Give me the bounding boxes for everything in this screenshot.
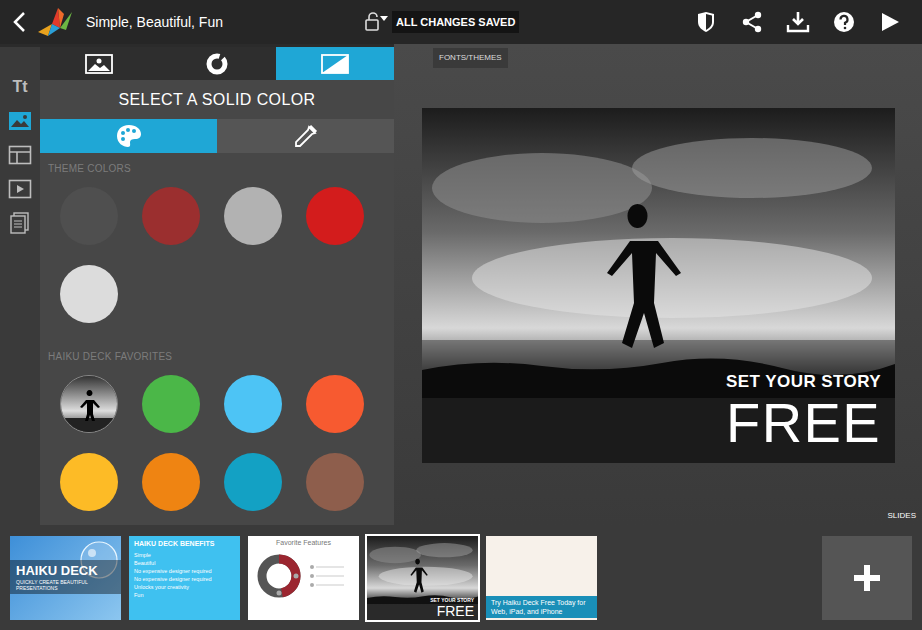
section-label: THEME COLORS (40, 161, 394, 176)
solid-icon (321, 54, 349, 74)
toolbar (694, 10, 902, 34)
thumb-title: HAIKU DECK (16, 563, 115, 579)
shield-icon[interactable] (694, 10, 718, 34)
legend-row (310, 574, 346, 578)
eyedropper-icon (294, 124, 318, 148)
slide-thumbnail[interactable]: Try Haiku Deck Free Today for Web, iPad,… (486, 536, 597, 620)
thumb-title: FREE (437, 604, 474, 618)
legend (310, 565, 346, 587)
panel-tab[interactable] (158, 47, 276, 80)
thumb-caption: SET YOUR STORYFREE (430, 597, 474, 617)
color-swatch[interactable] (306, 187, 364, 245)
legend-row (310, 583, 346, 587)
top-bar: Simple, Beautiful, Fun ALL CHANGES SAVED (0, 0, 922, 44)
lock-icon[interactable] (364, 12, 390, 32)
thumb-list-item: Beautiful (134, 559, 235, 567)
video-icon (8, 179, 32, 199)
rail-item[interactable] (5, 177, 35, 201)
thumb-title: Try Haiku Deck Free Today for Web, iPad,… (491, 598, 592, 616)
color-swatch[interactable] (142, 375, 200, 433)
slide-thumbnail[interactable]: SET YOUR STORYFREE (367, 536, 478, 620)
color-swatch[interactable] (224, 375, 282, 433)
add-slide-button[interactable] (822, 536, 912, 620)
rail-item[interactable]: Tt (5, 75, 35, 99)
background-panel: SELECT A SOLID COLOR THEME COLORS HAIKU DE… (40, 47, 394, 525)
color-swatch[interactable] (60, 187, 118, 245)
slide-title[interactable]: FREE (726, 394, 881, 453)
color-swatch[interactable] (60, 265, 118, 323)
thumb-list-item: No expensive designer required (134, 567, 235, 575)
color-swatch[interactable] (306, 375, 364, 433)
rail-item[interactable] (5, 211, 35, 235)
save-status: ALL CHANGES SAVED (392, 11, 519, 34)
donut-chart-icon (254, 551, 304, 601)
slide-canvas: SET YOUR STORYFREE FONTS/THEMES SLIDES (394, 44, 922, 525)
panel-heading: SELECT A SOLID COLOR (40, 80, 394, 119)
text-tool-label: Tt (12, 75, 27, 99)
panel-tab[interactable] (40, 47, 158, 80)
slide[interactable]: SET YOUR STORYFREE (422, 108, 895, 463)
workspace: Tt SELECT A SOLID COLOR THEME COLORS HAIKU … (0, 44, 922, 525)
swatch-grid (40, 375, 394, 511)
notes-icon (10, 212, 30, 234)
color-mode[interactable] (40, 119, 217, 153)
tooltip: FONTS/THEMES (433, 48, 508, 68)
color-mode[interactable] (217, 119, 394, 153)
palette-icon (116, 124, 142, 148)
image-icon (85, 54, 113, 74)
slide-thumbnail[interactable]: HAIKU DECKQUICKLY CREATE BEAUTIFUL PRESE… (10, 536, 121, 620)
slides-label: SLIDES (888, 510, 916, 522)
thumb-band: Try Haiku Deck Free Today for Web, iPad,… (486, 596, 597, 618)
plus-icon (852, 563, 882, 593)
play-icon[interactable] (878, 10, 902, 34)
legend-row (310, 565, 346, 569)
color-swatch[interactable] (224, 453, 282, 511)
color-swatch[interactable] (60, 453, 118, 511)
section-label: HAIKU DECK FAVORITES (40, 349, 394, 364)
thumb-title: Favorite Features (276, 539, 331, 548)
image-icon (8, 111, 32, 131)
slide-thumbnail[interactable]: HAIKU DECK BENEFITSSimpleBeautifulNo exp… (129, 536, 240, 620)
panel-tab[interactable] (276, 47, 394, 80)
swatch-grid (40, 187, 394, 323)
deck-title[interactable]: Simple, Beautiful, Fun (86, 12, 364, 33)
download-icon[interactable] (786, 10, 810, 34)
thumb-list: SimpleBeautifulNo expensive designer req… (134, 551, 235, 599)
image-swatch[interactable] (60, 375, 118, 433)
color-swatch[interactable] (142, 187, 200, 245)
thumb-list-item: Unlocks your creativity (134, 583, 235, 591)
thumb-title: HAIKU DECK BENEFITS (134, 540, 235, 549)
color-modes (40, 119, 394, 153)
slide-subtitle[interactable]: SET YOUR STORY (726, 369, 881, 395)
layout-icon (8, 145, 32, 165)
thumb-chart (248, 551, 359, 601)
chart-icon (205, 52, 229, 76)
help-icon[interactable] (832, 10, 856, 34)
logo-icon[interactable] (36, 6, 74, 38)
color-swatch[interactable] (224, 187, 282, 245)
thumb-subtitle: QUICKLY CREATE BEAUTIFUL PRESENTATIONS (16, 579, 115, 592)
thumb-list-item: Simple (134, 551, 235, 559)
thumb-caption: HAIKU DECKQUICKLY CREATE BEAUTIFUL PRESE… (10, 560, 121, 595)
rail-item[interactable] (5, 109, 35, 133)
rail-item[interactable] (5, 143, 35, 167)
panel-tabs (40, 47, 394, 80)
color-swatch[interactable] (306, 453, 364, 511)
back-icon[interactable] (12, 11, 28, 33)
color-swatch[interactable] (142, 453, 200, 511)
thumb-list-item: No expensive designer required (134, 575, 235, 583)
thumb-list-item: Fun (134, 591, 235, 599)
slide-strip: HAIKU DECKQUICKLY CREATE BEAUTIFUL PRESE… (0, 525, 922, 630)
share-icon[interactable] (740, 10, 764, 34)
tool-rail: Tt (0, 47, 40, 525)
slide-caption: SET YOUR STORYFREE (726, 369, 881, 453)
slide-thumbnail[interactable]: Favorite Features (248, 536, 359, 620)
